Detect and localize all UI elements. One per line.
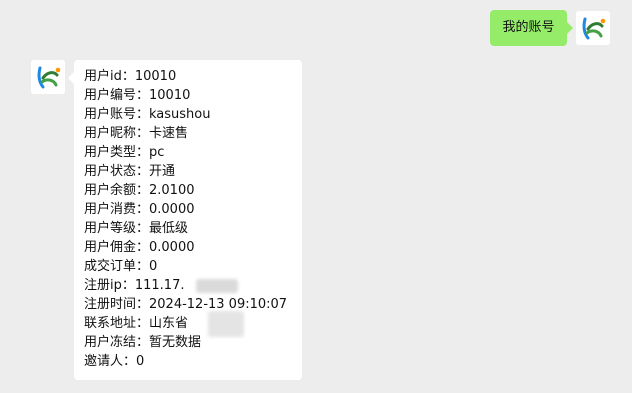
account-info-line-register-ip: 注册ip：111.17. <box>84 278 185 293</box>
blurred-ip-region <box>196 279 238 293</box>
user-message-bubble[interactable]: 我的账号 <box>490 10 573 46</box>
kasushou-logo-icon <box>576 11 610 45</box>
account-info-line-balance: 用户余额：2.0100 <box>84 183 195 198</box>
account-info-line-status: 用户状态：开通 <box>84 164 176 179</box>
user-avatar[interactable] <box>576 11 610 45</box>
kasushou-logo-icon <box>31 60 65 94</box>
account-info-line-frozen: 用户冻结：暂无数据 <box>84 335 202 350</box>
account-info-line-commission: 用户佣金：0.0000 <box>84 240 195 255</box>
account-info-line-type: 用户类型：pc <box>84 145 165 160</box>
account-info-line-inviter: 邀请人：0 <box>84 354 145 369</box>
user-message-text: 我的账号 <box>502 20 555 35</box>
account-info-line-consumption: 用户消费：0.0000 <box>84 202 195 217</box>
account-info-line-number: 用户编号：10010 <box>84 88 191 103</box>
account-info-line-id: 用户id：10010 <box>84 69 177 84</box>
blurred-address-region <box>208 311 244 337</box>
account-info-line-nickname: 用户昵称：卡速售 <box>84 126 189 141</box>
account-info-line-register-time: 注册时间：2024-12-13 09:10:07 <box>84 297 288 312</box>
account-info-line-orders: 成交订单：0 <box>84 259 158 274</box>
account-info-line-level: 用户等级：最低级 <box>84 221 189 236</box>
bot-avatar[interactable] <box>31 60 65 94</box>
account-info-line-address: 联系地址：山东省 <box>84 316 189 331</box>
bot-message-bubble[interactable]: 用户id：10010 用户编号：10010 用户账号：kasushou 用户昵称… <box>68 60 302 380</box>
chat-window: 我的账号 用户id：10010 用户编号：10010 用户账号：kasushou… <box>0 0 632 393</box>
account-info-line-account: 用户账号：kasushou <box>84 107 211 122</box>
